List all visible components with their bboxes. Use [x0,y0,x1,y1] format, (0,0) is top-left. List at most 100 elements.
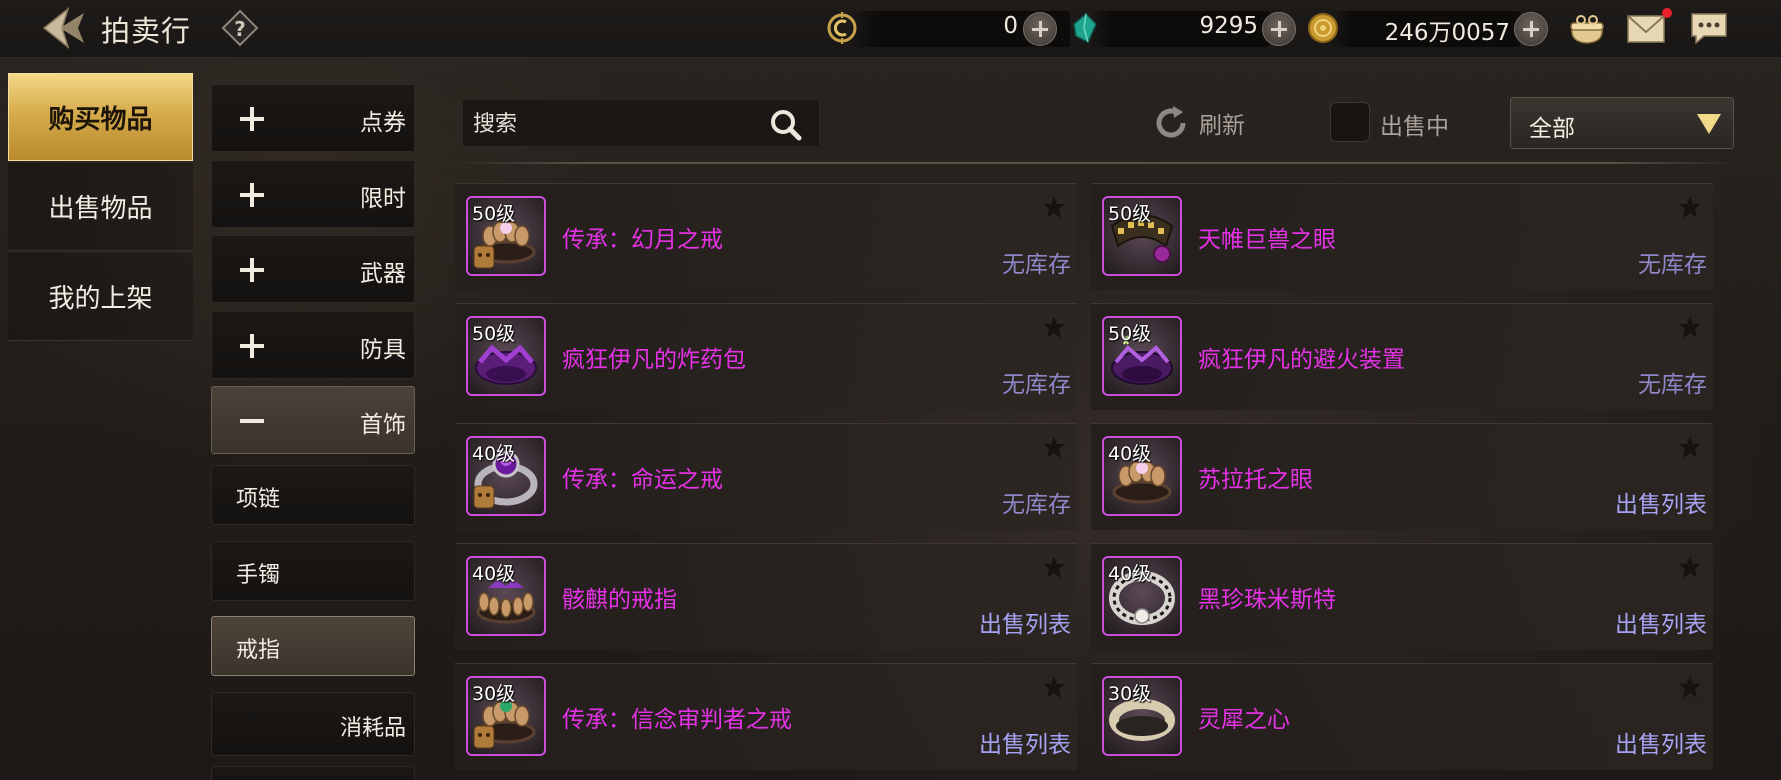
category-accessory[interactable]: 首饰 [211,386,415,454]
item-status: 出售列表 [1615,492,1707,518]
item-level: 30级 [472,683,516,705]
mail-icon[interactable] [1625,8,1667,48]
item-name: 疯狂伊凡的炸药包 [562,347,746,373]
item-thumbnail: 40级 [1102,556,1182,636]
item-card[interactable]: 40级 传承：命运之戒 无库存 [455,423,1077,530]
item-card[interactable]: 50级 疯狂伊凡的避火装置 无库存 [1091,303,1713,410]
item-level: 40级 [1108,563,1152,585]
item-status: 出售列表 [979,612,1071,638]
item-level: 40级 [472,563,516,585]
pouch-icon[interactable] [1566,8,1608,48]
item-status: 出售列表 [1615,732,1707,758]
svg-text:?: ? [234,17,246,41]
category-label: 防具 [360,337,406,363]
plus-icon [240,107,264,131]
filter-dropdown[interactable]: 全部 [1510,97,1734,149]
subcategory-bracelet[interactable]: 手镯 [211,541,415,601]
category-limited[interactable]: 限时 [211,160,415,228]
item-thumbnail: 30级 [466,676,546,756]
left-menu: 购买物品 出售物品 我的上架 [8,73,193,345]
top-bar: 拍卖行 ? 0 9295 246万0057 [0,0,1781,58]
category-weapon[interactable]: 武器 [211,235,415,303]
item-status: 无库存 [1002,252,1071,278]
item-status: 无库存 [1002,372,1071,398]
item-thumbnail: 50级 [1102,196,1182,276]
chat-icon[interactable] [1688,8,1730,48]
item-status: 无库存 [1002,492,1071,518]
mail-notification-dot [1662,8,1672,18]
subcategory-necklace[interactable]: 项链 [211,465,415,525]
on-sale-checkbox[interactable] [1330,102,1370,142]
item-card[interactable]: 50级 天帷巨兽之眼 无库存 [1091,183,1713,290]
item-card[interactable]: 30级 灵犀之心 出售列表 [1091,663,1713,770]
menu-buy-items[interactable]: 购买物品 [8,73,193,161]
help-icon[interactable]: ? [221,9,259,47]
category-coupon[interactable]: 点券 [211,84,415,152]
star-icon[interactable] [1677,554,1703,580]
item-card[interactable]: 30级 传承：信念审判者之戒 出售列表 [455,663,1077,770]
item-card[interactable]: 40级 骸麒的戒指 出售列表 [455,543,1077,650]
item-name: 传承：信念审判者之戒 [562,707,792,733]
item-status: 出售列表 [979,732,1071,758]
item-status: 出售列表 [1615,612,1707,638]
category-label: 点券 [360,110,406,136]
category-armor[interactable]: 防具 [211,311,415,379]
item-level: 40级 [472,443,516,465]
item-card[interactable]: 40级 黑珍珠米斯特 出售列表 [1091,543,1713,650]
star-icon[interactable] [1041,434,1067,460]
back-arrow-icon[interactable] [38,5,88,51]
filter-selected-value: 全部 [1529,116,1575,142]
item-level: 30级 [1108,683,1152,705]
refresh-button[interactable]: 刷新 [1151,101,1261,145]
item-name: 骸麒的戒指 [562,587,677,613]
item-name: 传承：命运之戒 [562,467,723,493]
star-icon[interactable] [1677,314,1703,340]
item-card[interactable]: 50级 疯狂伊凡的炸药包 无库存 [455,303,1077,410]
star-icon[interactable] [1041,674,1067,700]
on-sale-label: 出售中 [1380,114,1449,140]
category-consumables[interactable]: 消耗品 [211,692,415,756]
gem-balance: 9295 [1199,13,1258,39]
category-next-partial[interactable] [211,766,415,780]
star-icon[interactable] [1677,674,1703,700]
star-icon[interactable] [1041,194,1067,220]
item-name: 苏拉托之眼 [1198,467,1313,493]
menu-my-listings[interactable]: 我的上架 [8,253,193,341]
divider [455,162,1739,164]
add-coupon-button[interactable] [1023,12,1057,46]
plus-icon [240,183,264,207]
search-input[interactable] [473,106,763,142]
search-icon[interactable] [767,106,805,144]
item-name: 传承：幻月之戒 [562,227,723,253]
add-gold-button[interactable] [1514,12,1548,46]
add-gem-button[interactable] [1262,12,1296,46]
refresh-icon [1156,106,1186,138]
subcategory-label: 手镯 [236,563,281,588]
item-status: 无库存 [1638,252,1707,278]
menu-sell-items[interactable]: 出售物品 [8,163,193,251]
item-status: 无库存 [1638,372,1707,398]
subcategory-ring[interactable]: 戒指 [211,616,415,676]
item-card[interactable]: 50级 传承：幻月之戒 无库存 [455,183,1077,290]
item-thumbnail: 40级 [466,556,546,636]
plus-icon [240,334,264,358]
item-name: 疯狂伊凡的避火装置 [1198,347,1405,373]
star-icon[interactable] [1041,314,1067,340]
item-card[interactable]: 40级 苏拉托之眼 出售列表 [1091,423,1713,530]
star-icon[interactable] [1677,194,1703,220]
category-label: 限时 [360,186,406,212]
star-icon[interactable] [1677,434,1703,460]
item-thumbnail: 30级 [1102,676,1182,756]
star-icon[interactable] [1041,554,1067,580]
page-title: 拍卖行 [101,14,192,48]
refresh-label: 刷新 [1199,113,1245,139]
subcategory-label: 项链 [236,487,281,512]
item-thumbnail: 50级 [466,316,546,396]
item-level: 50级 [472,323,516,345]
item-thumbnail: 40级 [466,436,546,516]
category-label: 消耗品 [339,716,406,741]
subcategory-label: 戒指 [236,638,281,663]
category-label: 首饰 [360,412,406,438]
coupon-balance: 0 [1003,13,1018,39]
item-thumbnail: 50级 [1102,316,1182,396]
